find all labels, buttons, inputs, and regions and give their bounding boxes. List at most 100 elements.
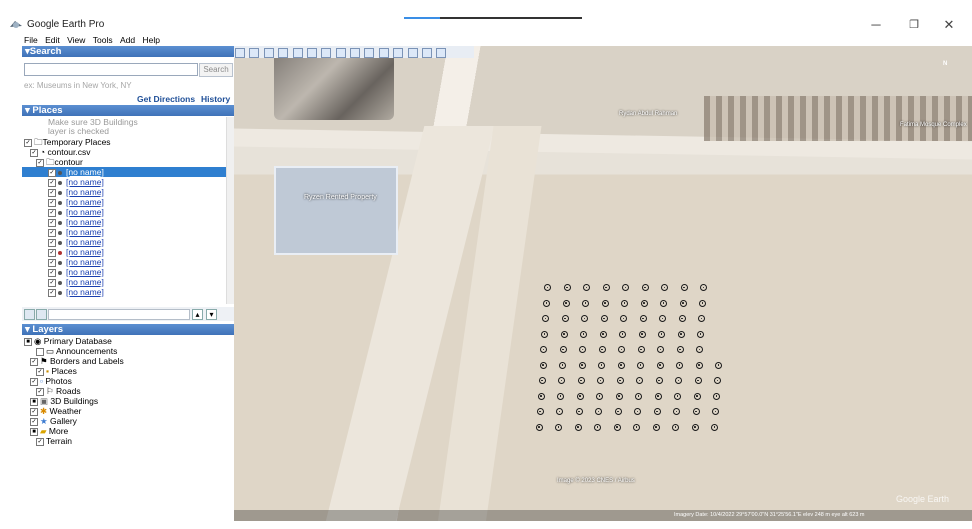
placemark-marker[interactable] [637,361,644,369]
placemark-marker[interactable] [539,361,547,369]
checkbox-icon[interactable]: ✓ [30,377,38,386]
placemark-marker[interactable] [598,346,606,353]
restore-button[interactable]: ❐ [899,16,929,34]
layer-weather[interactable]: ✓ ✱ Weather [30,406,81,416]
placemark-marker[interactable] [576,392,584,400]
checkbox-icon[interactable]: ✓ [48,248,56,257]
list-item[interactable]: ✓ [no name] [48,227,104,237]
placemark-marker[interactable] [661,284,668,291]
placemark-marker[interactable] [641,284,649,291]
minimize-button[interactable]: ─ [861,16,891,34]
placemark-marker[interactable] [674,392,682,400]
get-directions-link[interactable]: Get Directions [137,94,195,104]
panel-toggle-icon[interactable] [36,309,47,320]
layer-announcements[interactable]: ▭ Announcements [36,346,117,356]
list-item[interactable]: ✓ [no name] [48,247,104,257]
historical-imagery-icon[interactable] [321,48,332,58]
layer-places[interactable]: ✓ ▪ Places [36,366,77,376]
placemark-marker[interactable] [536,408,544,415]
placemark-marker[interactable] [541,330,549,338]
placemark-marker[interactable] [616,377,624,384]
placemark-marker[interactable] [562,299,570,307]
placemark-marker[interactable] [639,315,647,322]
list-item[interactable]: ✓ [no name] [48,237,104,247]
placemark-marker[interactable] [556,408,564,415]
placemark-marker[interactable] [694,377,702,384]
placemark-marker[interactable] [597,377,605,384]
checkbox-icon[interactable]: ✓ [48,238,56,247]
placemark-marker[interactable] [621,299,629,307]
search-input[interactable] [24,63,198,76]
placemark-marker[interactable] [633,423,641,431]
placemark-marker[interactable] [595,408,603,415]
placemark-marker[interactable] [561,315,569,322]
placemark-marker[interactable] [696,346,704,353]
menu-add[interactable]: Add [120,35,135,45]
polygon-tool-icon[interactable] [263,48,274,58]
menu-edit[interactable]: Edit [45,35,60,45]
checkbox-icon[interactable]: ✓ [48,208,56,217]
overlay-tool-icon[interactable] [292,48,303,58]
placemark-marker[interactable] [657,346,665,353]
menu-tools[interactable]: Tools [93,35,113,45]
tour-tool-icon[interactable] [306,48,317,58]
move-down-icon[interactable]: ▾ [206,309,217,320]
placemark-marker[interactable] [711,423,719,431]
layers-header[interactable]: ▾ Layers [22,324,234,335]
checkbox-icon[interactable]: ■ [30,397,38,406]
placemark-marker[interactable] [544,284,551,291]
places-filter-input[interactable] [48,309,190,320]
checkbox-icon[interactable]: ■ [24,337,32,346]
placemark-marker[interactable] [636,377,644,384]
placemark-marker[interactable] [600,315,608,322]
checkbox-icon[interactable]: ✓ [36,437,44,446]
placemark-marker[interactable] [563,284,571,291]
checkbox-icon[interactable] [36,347,44,356]
checkbox-icon[interactable]: ■ [30,427,38,436]
placemark-marker[interactable] [558,377,566,384]
map-view[interactable]: Ryzen Rented Property Rydan Abdul Rahman… [234,46,972,521]
list-item[interactable]: ✓ [no name] [48,187,104,197]
placemark-marker[interactable] [579,346,587,353]
layer-primary-database[interactable]: ■ ◉ Primary Database [24,336,112,346]
placemark-marker[interactable] [658,330,666,338]
placemark-marker[interactable] [640,299,648,307]
placemark-marker[interactable] [577,377,585,384]
checkbox-icon[interactable]: ✓ [48,168,56,177]
list-item[interactable]: ✓ [no name] [48,177,104,187]
placemark-marker[interactable] [714,377,722,384]
placemark-marker[interactable] [535,423,543,431]
search-header[interactable]: ▾Search [22,46,234,57]
checkbox-icon[interactable]: ✓ [48,258,56,267]
tree-contour-folder[interactable]: ✓ 🗀contour [36,157,83,167]
search-button[interactable]: Search [199,63,233,77]
move-up-icon[interactable]: ▴ [192,309,203,320]
placemark-marker[interactable] [555,423,563,431]
placemark-marker[interactable] [582,299,590,307]
placemark-marker[interactable] [693,392,701,400]
placemark-marker[interactable] [580,330,588,338]
checkbox-icon[interactable]: ✓ [30,407,38,416]
menu-help[interactable]: Help [142,35,159,45]
placemark-marker[interactable] [602,284,610,291]
layer-3d-buildings[interactable]: ■ ▣ 3D Buildings [30,396,98,406]
placemark-marker[interactable] [578,361,586,369]
placemark-marker[interactable] [614,408,622,415]
placemark-marker[interactable] [695,361,703,369]
placemark-marker[interactable] [656,361,664,369]
placemark-marker[interactable] [712,408,720,415]
placemark-marker[interactable] [583,284,590,291]
checkbox-icon[interactable]: ✓ [24,138,32,147]
tree-contour-csv[interactable]: ✓ ◔ contour.csv [30,147,91,157]
placemark-marker[interactable] [698,315,706,322]
checkbox-icon[interactable]: ✓ [48,228,56,237]
placemark-marker[interactable] [680,284,688,291]
placemark-marker[interactable] [596,392,604,400]
placemark-marker[interactable] [713,392,721,400]
placemark-marker[interactable] [653,408,661,415]
placemark-marker[interactable] [673,408,681,415]
placemark-marker[interactable] [618,346,626,353]
placemark-marker[interactable] [622,284,629,291]
checkbox-icon[interactable]: ✓ [48,268,56,277]
layer-roads[interactable]: ✓ ⚐ Roads [36,386,81,396]
